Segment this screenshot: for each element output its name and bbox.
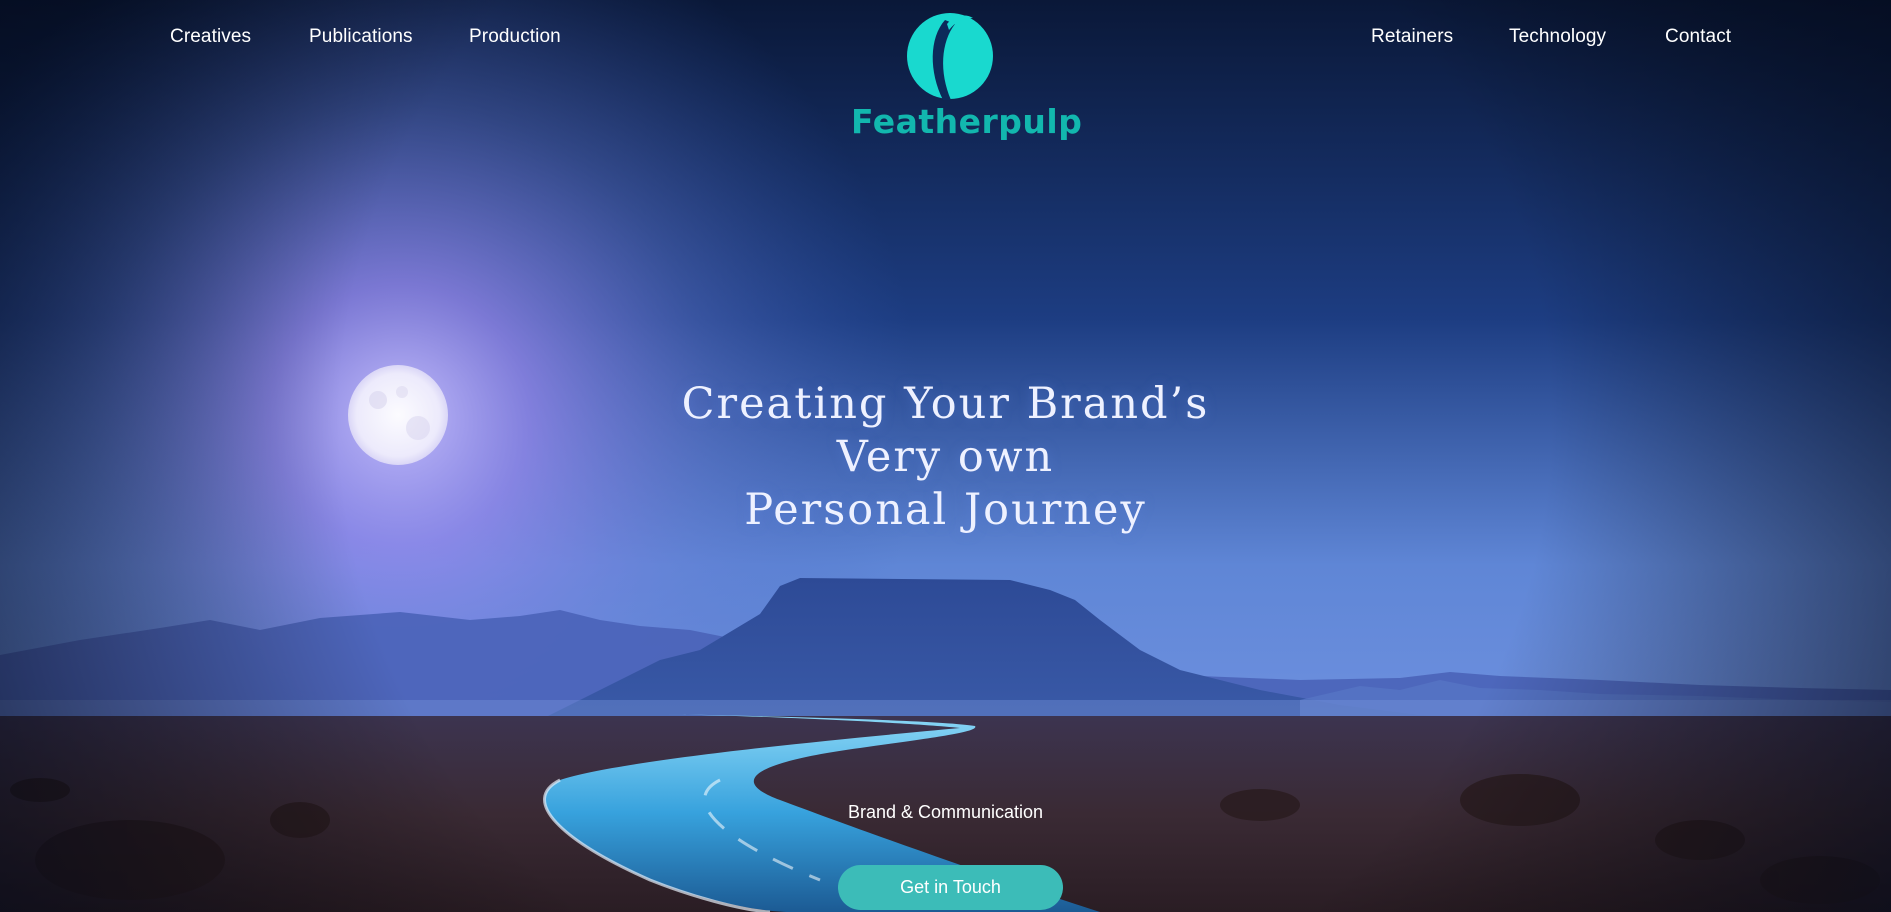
nav-link-production[interactable]: Production: [469, 26, 561, 48]
nav-link-publications[interactable]: Publications: [309, 26, 413, 48]
brand-logo[interactable]: Featherpulp: [851, 10, 1083, 155]
hero-headline: Creating Your Brand’s Very own Personal …: [560, 378, 1331, 537]
headline-line: Creating Your Brand’s: [681, 379, 1210, 429]
logo-wordmark: Featherpulp: [851, 102, 1083, 141]
headline-line: Personal Journey: [744, 485, 1147, 535]
nav-link-technology[interactable]: Technology: [1509, 26, 1606, 48]
hero-tagline: Brand & Communication: [847, 802, 1044, 822]
headline-line: Very own: [836, 432, 1055, 482]
feather-leaf-icon: [907, 13, 993, 100]
nav-link-creatives[interactable]: Creatives: [170, 26, 251, 48]
get-in-touch-button[interactable]: Get in Touch: [838, 865, 1063, 910]
nav-link-retainers[interactable]: Retainers: [1371, 26, 1453, 48]
nav-link-contact[interactable]: Contact: [1665, 26, 1731, 48]
